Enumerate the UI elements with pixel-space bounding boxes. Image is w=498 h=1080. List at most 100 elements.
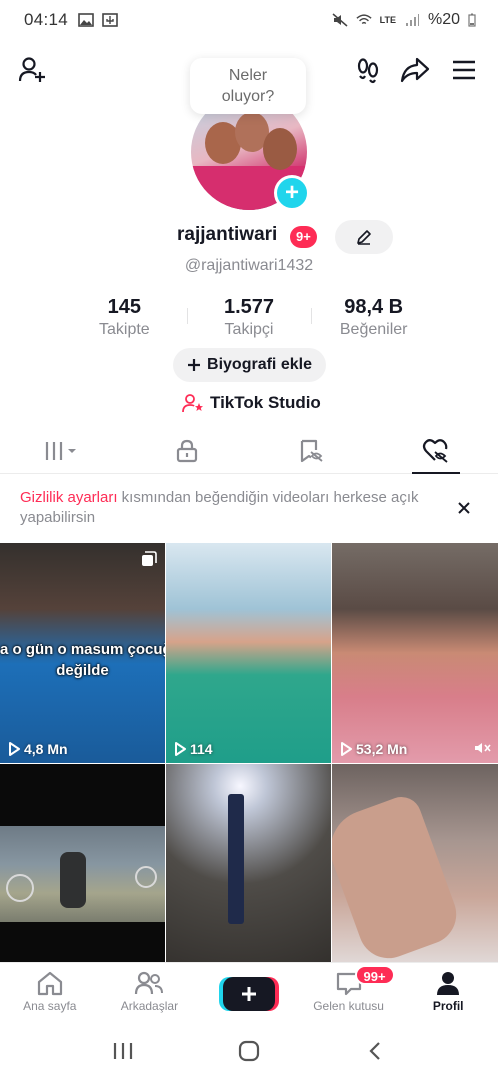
tab-saved[interactable] (249, 428, 374, 473)
bottom-navigation: Ana sayfa Arkadaşlar 99+ Gelen kutusu Pr… (0, 962, 498, 1022)
lte-label: LTE (379, 14, 396, 25)
home-circle-icon (238, 1040, 260, 1062)
video-thumbnail[interactable]: a o gün o masum çocuğ değilde 4,8 Mn (0, 543, 165, 763)
home-system-button[interactable] (229, 1031, 269, 1071)
battery-icon (468, 13, 476, 27)
stat-label: Takipçi (224, 321, 274, 338)
nav-friends[interactable]: Arkadaşlar (100, 963, 200, 1022)
video-thumbnail[interactable] (0, 764, 165, 984)
plus-icon (241, 987, 256, 1001)
plus-icon (188, 359, 201, 371)
back-button[interactable] (355, 1031, 395, 1071)
tab-liked[interactable] (374, 428, 498, 474)
profile-icon (437, 972, 460, 995)
play-icon (341, 742, 352, 756)
share-profile-button[interactable] (397, 52, 433, 88)
notice-close-button[interactable] (452, 496, 476, 520)
profile-views-button[interactable] (350, 52, 386, 88)
share-icon (400, 57, 430, 83)
usb-icon (102, 13, 118, 27)
stat-value: 145 (107, 296, 142, 318)
add-story-button[interactable]: + (274, 175, 310, 211)
plus-icon: + (284, 179, 299, 206)
stat-label: Takipte (98, 321, 150, 338)
signal-icon (405, 14, 419, 26)
status-bubble[interactable]: Neler oluyor? (190, 58, 306, 114)
nav-create[interactable] (199, 963, 299, 1022)
play-icon (175, 742, 186, 756)
profile-tabs (0, 428, 498, 474)
notification-badge[interactable]: 9+ (290, 226, 317, 248)
game-screenshot (0, 826, 165, 922)
add-bio-button[interactable]: Biyografi ekle (173, 348, 326, 382)
nav-inbox-label: Gelen kutusu (313, 999, 384, 1013)
footprints-icon (357, 58, 379, 84)
nav-profile-label: Profil (432, 999, 464, 1013)
hand-shape (332, 791, 465, 967)
wifi-icon (356, 14, 372, 25)
video-thumbnail[interactable] (332, 764, 498, 984)
studio-label: TikTok Studio (210, 393, 321, 412)
recent-apps-button[interactable] (103, 1031, 143, 1071)
bubble-line-1: Neler (228, 67, 268, 84)
inbox-badge: 99+ (354, 965, 395, 985)
video-grid: a o gün o masum çocuğ değilde 4,8 Mn 114… (0, 543, 498, 984)
back-icon (369, 1042, 380, 1060)
friends-icon (135, 971, 164, 995)
home-icon (37, 971, 62, 996)
view-count: 114 (174, 741, 213, 757)
grid-icon (46, 441, 77, 460)
gallery-icon (78, 13, 94, 27)
status-time: 04:14 (24, 10, 69, 29)
lock-icon (176, 439, 197, 462)
stat-value: 98,4 B (344, 296, 404, 318)
video-thumbnail[interactable]: 114 (166, 543, 331, 763)
object-shape (228, 794, 244, 924)
nav-home[interactable]: Ana sayfa (0, 963, 100, 1022)
tiktok-studio-link[interactable]: TikTok Studio (182, 390, 321, 416)
add-friend-button[interactable] (14, 52, 50, 88)
stat-label: Beğeniler (339, 321, 408, 338)
stat-value: 1.577 (223, 296, 275, 318)
mute-icon (332, 13, 348, 27)
multi-post-icon (142, 551, 157, 566)
tab-videos[interactable] (0, 428, 125, 473)
privacy-settings-link[interactable]: Gizlilik ayarları (20, 489, 118, 506)
view-count: 53,2 Mn (340, 741, 407, 757)
name-row: rajjantiwari 9+ (0, 220, 498, 254)
stat-likes[interactable]: 98,4 B Beğeniler (311, 296, 436, 340)
user-handle: @rajjantiwari1432 (184, 257, 314, 274)
create-button[interactable] (222, 977, 275, 1011)
recent-apps-icon (113, 1043, 133, 1059)
tab-private[interactable] (125, 428, 250, 473)
username: rajjantiwari (177, 224, 278, 245)
nav-inbox[interactable]: 99+ Gelen kutusu (299, 963, 399, 1022)
close-icon (458, 502, 470, 514)
video-thumbnail[interactable]: 53,2 Mn (332, 543, 498, 763)
stat-followers[interactable]: 1.577 Takipçi (186, 296, 312, 340)
video-thumbnail[interactable] (166, 764, 331, 984)
menu-button[interactable] (446, 52, 482, 88)
hamburger-menu-icon (453, 60, 475, 80)
video-caption: a o gün o masum çocuğ değilde (0, 641, 165, 679)
pencil-icon (357, 230, 371, 245)
liked-hidden-icon (422, 438, 448, 463)
nav-profile[interactable]: Profil (398, 963, 498, 1022)
bookmark-hidden-icon (301, 439, 323, 462)
nav-friends-label: Arkadaşlar (120, 999, 179, 1013)
privacy-notice: Gizlilik ayarları kısmından beğendiğin v… (20, 488, 430, 528)
edit-profile-button[interactable] (335, 220, 393, 254)
add-bio-label: Biyografi ekle (207, 356, 312, 373)
status-bar: 04:14 LTE %20 (0, 0, 498, 40)
profile-stats: 145 Takipte 1.577 Takipçi 98,4 B Beğenil… (62, 296, 436, 340)
battery-level: %20 (427, 11, 460, 28)
muted-icon (475, 743, 491, 753)
add-user-icon (18, 57, 45, 82)
nav-home-label: Ana sayfa (23, 999, 77, 1013)
view-count: 4,8 Mn (8, 741, 68, 757)
stat-following[interactable]: 145 Takipte (62, 296, 187, 340)
studio-user-icon (182, 394, 203, 413)
system-navigation (0, 1022, 498, 1080)
play-icon (9, 742, 20, 756)
bubble-line-2: oluyor? (221, 88, 275, 105)
